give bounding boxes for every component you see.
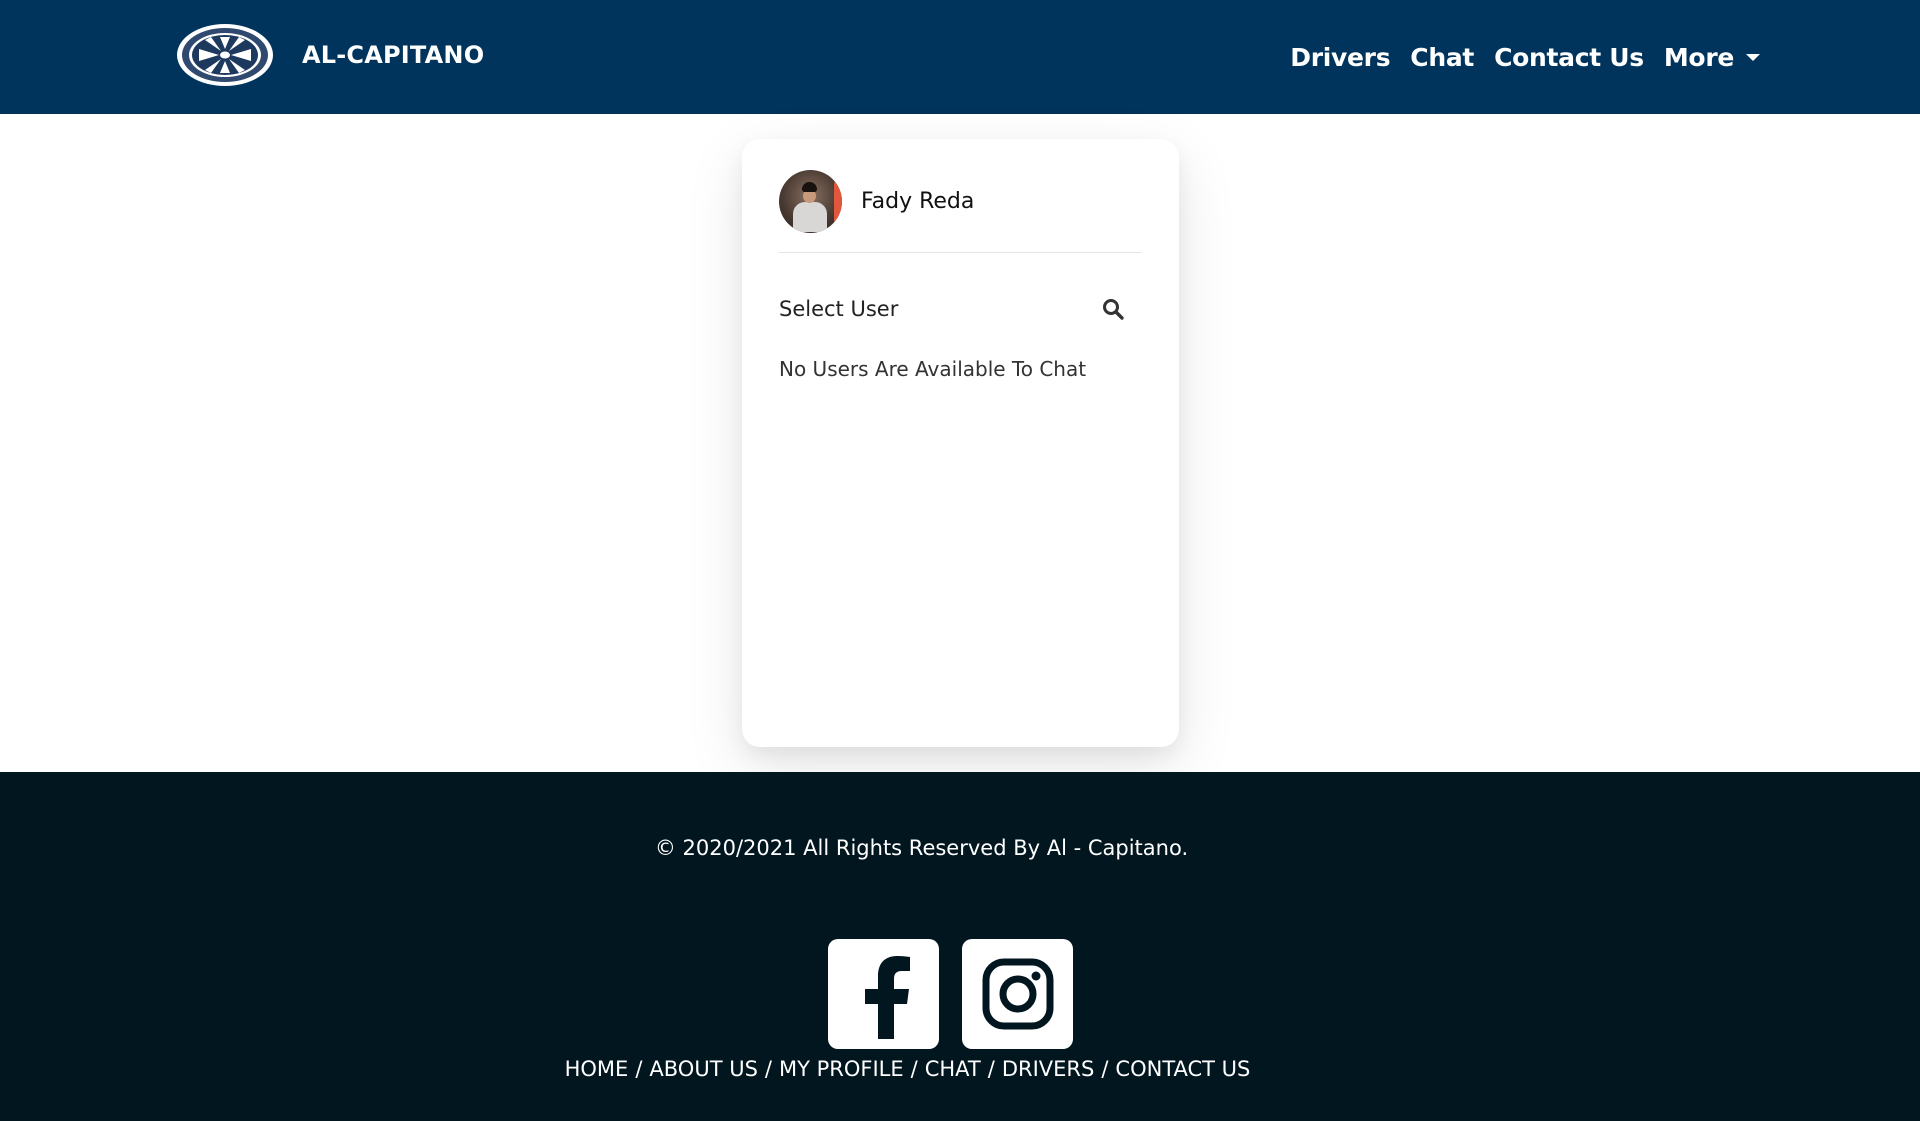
footer-link-home[interactable]: HOME	[565, 1057, 629, 1081]
site-footer: © 2020/2021 All Rights Reserved By Al - …	[0, 772, 1920, 1121]
instagram-icon[interactable]	[962, 939, 1073, 1049]
footer-link-drivers[interactable]: DRIVERS	[1002, 1057, 1095, 1081]
facebook-icon[interactable]	[828, 939, 939, 1049]
brand-name[interactable]: AL-CAPITANO	[302, 41, 484, 69]
empty-users-message: No Users Are Available To Chat	[779, 357, 1087, 381]
main-content: Fady Reda Select User No Users Are Avail…	[0, 114, 1920, 772]
caret-down-icon	[1746, 53, 1760, 61]
copyright-text: © 2020/2021 All Rights Reserved By Al - …	[654, 836, 1189, 860]
current-user-name: Fady Reda	[861, 189, 975, 214]
footer-link-contact-us[interactable]: CONTACT US	[1115, 1057, 1250, 1081]
footer-link-my-profile[interactable]: MY PROFILE	[779, 1057, 904, 1081]
footer-separator: /	[635, 1057, 643, 1081]
select-user-label: Select User	[779, 297, 899, 321]
current-user-header: Fady Reda	[779, 169, 1142, 253]
footer-separator: /	[987, 1057, 995, 1081]
nav-link-drivers[interactable]: Drivers	[1290, 43, 1390, 72]
footer-separator: /	[1101, 1057, 1109, 1081]
main-nav: Drivers Chat Contact Us More	[1270, 0, 1760, 114]
user-avatar	[779, 170, 842, 233]
footer-separator: /	[910, 1057, 918, 1081]
top-navbar: AL-CAPITANO Drivers Chat Contact Us More	[0, 0, 1920, 114]
social-links	[828, 939, 1073, 1049]
nav-link-contact-us[interactable]: Contact Us	[1494, 43, 1644, 72]
brand[interactable]: AL-CAPITANO	[175, 22, 484, 88]
nav-link-chat[interactable]: Chat	[1410, 43, 1474, 72]
car-wheel-logo-icon[interactable]	[175, 22, 276, 88]
footer-link-about-us[interactable]: ABOUT US	[649, 1057, 758, 1081]
footer-link-chat[interactable]: CHAT	[925, 1057, 981, 1081]
search-icon[interactable]	[1101, 297, 1125, 321]
footer-nav: HOME / ABOUT US / MY PROFILE / CHAT / DRIVERS / CO…	[0, 1057, 1815, 1081]
nav-dropdown-more[interactable]: More	[1664, 43, 1760, 72]
footer-separator: /	[764, 1057, 772, 1081]
nav-dropdown-more-label: More	[1663, 42, 1734, 72]
chat-users-panel: Fady Reda Select User No Users Are Avail…	[742, 139, 1179, 747]
select-user-search[interactable]: Select User	[779, 289, 1125, 329]
